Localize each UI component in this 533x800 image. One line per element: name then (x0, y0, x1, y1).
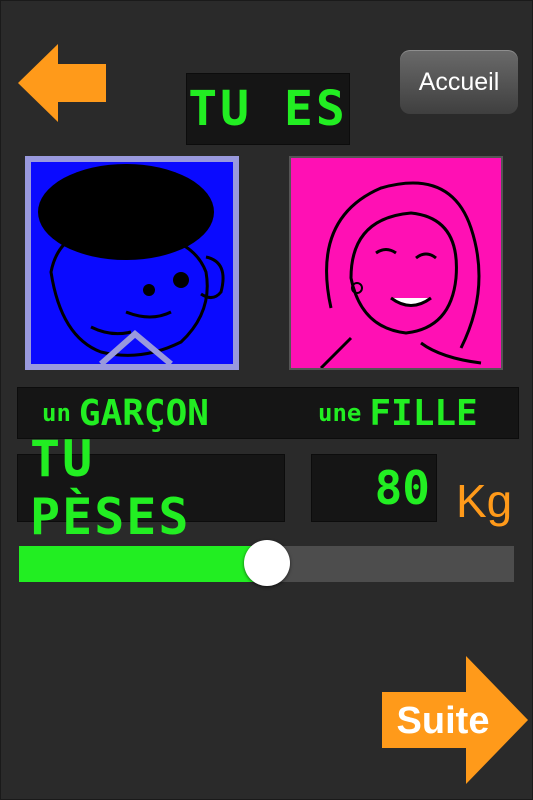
girl-label: FILLE (369, 392, 478, 434)
next-arrow-icon[interactable] (382, 656, 528, 784)
girl-avatar[interactable] (289, 156, 503, 370)
girl-cartoon-icon (319, 181, 482, 370)
weight-label: TU PÈSES (18, 430, 284, 546)
girl-prefix: une (318, 399, 362, 427)
back-arrow-icon[interactable] (18, 44, 106, 122)
page-title: TU ES (187, 74, 349, 144)
gender-option-girl[interactable]: une FILLE (318, 388, 478, 438)
weight-unit: Kg (456, 475, 513, 527)
weight-slider-fill (19, 546, 267, 582)
boy-prefix: un (42, 399, 71, 427)
boy-label: GARÇON (78, 392, 209, 434)
boy-cartoon-icon (38, 164, 225, 367)
boy-avatar[interactable] (25, 156, 239, 370)
weight-slider-thumb[interactable] (243, 540, 290, 586)
weight-value: 80 (312, 455, 436, 521)
weight-slider[interactable] (19, 540, 514, 586)
home-button[interactable]: Accueil (400, 50, 518, 114)
